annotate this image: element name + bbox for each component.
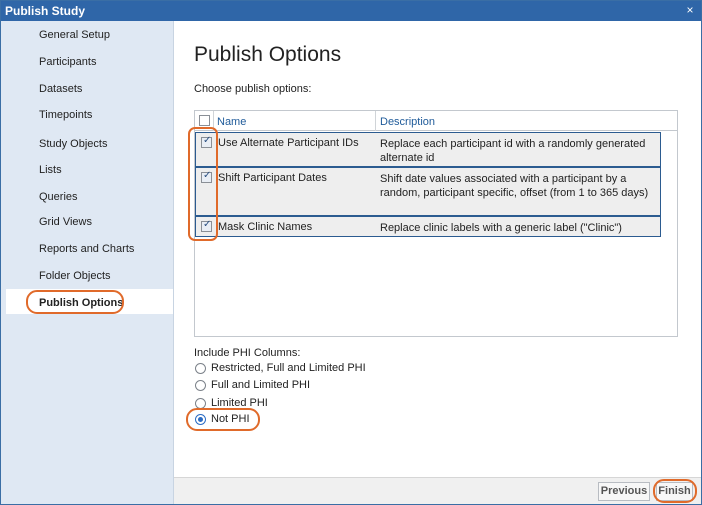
- radio-not-phi[interactable]: [195, 414, 206, 425]
- sidebar-item-timepoints[interactable]: Timepoints: [39, 109, 92, 121]
- sidebar-item-grid-views[interactable]: Grid Views: [39, 216, 92, 228]
- main-panel: Publish Options Choose publish options: …: [174, 21, 701, 477]
- option-description: Replace each participant id with a rando…: [380, 138, 646, 164]
- radio-label[interactable]: Restricted, Full and Limited PHI: [211, 362, 366, 374]
- wizard-steps-sidebar: General Setup Participants Datasets Time…: [1, 21, 174, 504]
- dialog-footer: Previous Finish: [174, 477, 701, 504]
- sidebar-item-queries[interactable]: Queries: [39, 191, 78, 203]
- column-separator: [375, 111, 376, 131]
- table-row[interactable]: Shift Participant Dates Shift date value…: [195, 167, 661, 216]
- option-name: Mask Clinic Names: [218, 221, 313, 233]
- select-all-checkbox[interactable]: [199, 115, 210, 126]
- option-name: Shift Participant Dates: [218, 172, 327, 184]
- radio-label[interactable]: Limited PHI: [211, 397, 268, 409]
- publish-options-grid: Name Description Use Alternate Participa…: [194, 110, 678, 337]
- sidebar-item-publish-options[interactable]: Publish Options: [39, 297, 123, 309]
- row-checkbox[interactable]: [201, 170, 212, 183]
- option-description: Shift date values associated with a part…: [380, 173, 649, 199]
- close-icon[interactable]: ×: [684, 4, 696, 16]
- table-row[interactable]: Use Alternate Participant IDs Replace ea…: [195, 132, 661, 167]
- phi-columns-label: Include PHI Columns:: [194, 347, 301, 359]
- radio-limited-phi[interactable]: [195, 398, 206, 409]
- sidebar-item-reports-and-charts[interactable]: Reports and Charts: [39, 243, 134, 255]
- dialog-titlebar: Publish Study ×: [1, 1, 701, 21]
- option-description: Replace clinic labels with a generic lab…: [380, 222, 622, 234]
- sidebar-item-participants[interactable]: Participants: [39, 56, 96, 68]
- previous-button[interactable]: Previous: [598, 482, 650, 501]
- radio-full-limited-phi[interactable]: [195, 380, 206, 391]
- radio-label[interactable]: Not PHI: [211, 413, 250, 425]
- page-title: Publish Options: [194, 43, 342, 66]
- sidebar-item-study-objects[interactable]: Study Objects: [39, 138, 107, 150]
- option-name: Use Alternate Participant IDs: [218, 137, 359, 149]
- radio-restricted-full-limited-phi[interactable]: [195, 363, 206, 374]
- sidebar-item-general-setup[interactable]: General Setup: [39, 29, 110, 41]
- choose-options-label: Choose publish options:: [194, 83, 312, 95]
- grid-header: Name Description: [195, 111, 677, 131]
- dialog-title: Publish Study: [5, 4, 86, 18]
- sidebar-item-lists[interactable]: Lists: [39, 164, 62, 176]
- table-row[interactable]: Mask Clinic Names Replace clinic labels …: [195, 216, 661, 237]
- row-checkbox[interactable]: [201, 219, 212, 232]
- column-separator: [213, 111, 214, 131]
- publish-study-dialog: Publish Study × General Setup Participan…: [0, 0, 702, 505]
- row-checkbox[interactable]: [201, 135, 212, 148]
- finish-button[interactable]: Finish: [656, 482, 693, 501]
- column-header-description[interactable]: Description: [380, 116, 435, 128]
- sidebar-item-datasets[interactable]: Datasets: [39, 83, 82, 95]
- column-header-name[interactable]: Name: [217, 116, 246, 128]
- radio-label[interactable]: Full and Limited PHI: [211, 379, 310, 391]
- sidebar-item-folder-objects[interactable]: Folder Objects: [39, 270, 111, 282]
